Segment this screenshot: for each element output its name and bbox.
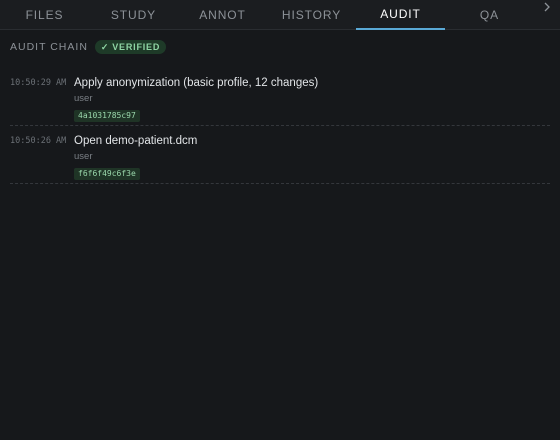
entry-action: Apply anonymization (basic profile, 12 c… <box>74 77 319 89</box>
tab-overflow-button[interactable] <box>534 0 560 30</box>
entry-body: Apply anonymization (basic profile, 12 c… <box>74 76 318 123</box>
entry-actor: user <box>74 93 93 104</box>
check-icon: ✓ <box>100 42 110 52</box>
tab-files[interactable]: FILES <box>0 0 89 30</box>
audit-entry-list: 10:50:29 AM Apply anonymization (basic p… <box>10 68 550 184</box>
entry-action: Open demo-patient.dcm <box>74 135 198 147</box>
entry-actor: user <box>74 151 93 162</box>
entry-timestamp: 10:50:26 AM <box>10 136 67 146</box>
verified-label: VERIFIED <box>112 42 161 52</box>
tab-bar: FILES STUDY ANNOT HISTORY AUDIT QA <box>0 0 560 30</box>
entry-hash: 4a1031785c97 <box>74 110 140 122</box>
verified-badge: ✓ VERIFIED <box>94 40 167 54</box>
tab-history[interactable]: HISTORY <box>267 0 356 30</box>
entry-body: Open demo-patient.dcm user f6f6f49c6f3e <box>74 134 197 181</box>
audit-entry: 10:50:26 AM Open demo-patient.dcm user f… <box>10 126 550 184</box>
audit-entry: 10:50:29 AM Apply anonymization (basic p… <box>10 68 550 126</box>
entry-hash: f6f6f49c6f3e <box>74 168 140 180</box>
tab-annot[interactable]: ANNOT <box>178 0 267 30</box>
entry-timestamp: 10:50:29 AM <box>10 78 67 88</box>
audit-chain-header: AUDIT CHAIN ✓ VERIFIED <box>10 40 167 54</box>
chevron-right-icon <box>544 2 550 12</box>
audit-chain-title: AUDIT CHAIN <box>10 41 88 53</box>
tab-qa[interactable]: QA <box>445 0 534 30</box>
tab-audit[interactable]: AUDIT <box>356 0 445 30</box>
tab-study[interactable]: STUDY <box>89 0 178 30</box>
